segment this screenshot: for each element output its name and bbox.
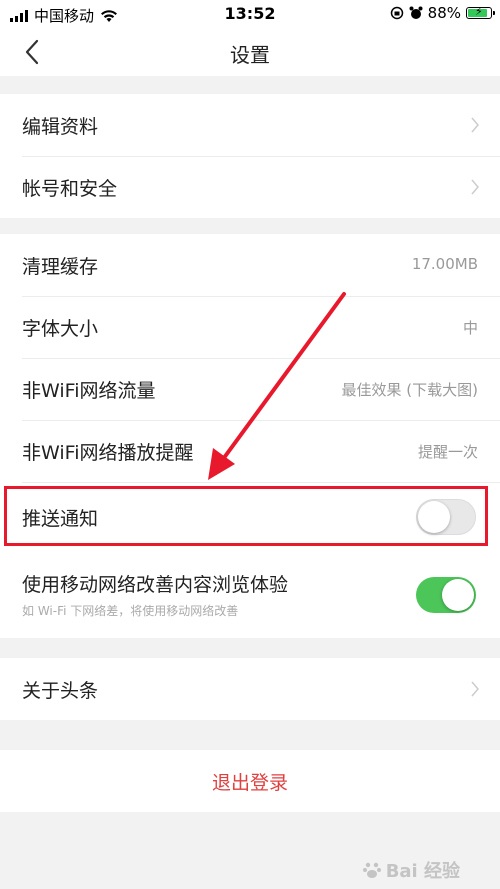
settings-item-clear-cache[interactable]: 清理缓存 17.00MB <box>0 234 500 296</box>
paw-icon <box>362 862 381 878</box>
settings-item-label: 帐号和安全 <box>22 178 118 200</box>
general-group: 清理缓存 17.00MB 字体大小 中 非WiFi网络流量 最佳效果 (下载大图… <box>0 234 500 638</box>
settings-item-edit-profile[interactable]: 编辑资料 <box>0 94 500 156</box>
non-wifi-traffic-value: 最佳效果 (下载大图) <box>341 381 478 399</box>
orientation-lock-icon <box>390 6 403 20</box>
settings-item-non-wifi-traffic[interactable]: 非WiFi网络流量 最佳效果 (下载大图) <box>0 358 500 420</box>
about-group: 关于头条 <box>0 658 500 720</box>
settings-item-font-size[interactable]: 字体大小 中 <box>0 296 500 358</box>
settings-item-about[interactable]: 关于头条 <box>0 658 500 720</box>
cache-size-value: 17.00MB <box>411 255 478 273</box>
mobile-network-improve-toggle[interactable] <box>416 577 476 613</box>
chevron-right-icon <box>471 117 479 133</box>
settings-item-sublabel: 如 Wi-Fi 下网络差，将使用移动网络改善 <box>22 604 239 618</box>
battery-percent: 88% <box>427 4 461 22</box>
watermark-text: Bai 经验 <box>385 861 460 882</box>
status-bar: 中国移动 13:52 88% ⚡ <box>0 0 500 28</box>
settings-item-label: 编辑资料 <box>22 116 99 138</box>
settings-item-label: 清理缓存 <box>22 256 99 278</box>
profile-group: 编辑资料 帐号和安全 <box>0 94 500 218</box>
alarm-icon <box>409 6 423 19</box>
settings-item-label: 非WiFi网络流量 <box>22 380 156 402</box>
settings-item-mobile-network-improve: 使用移动网络改善内容浏览体验 如 Wi-Fi 下网络差，将使用移动网络改善 <box>0 552 500 638</box>
font-size-value: 中 <box>462 319 478 337</box>
watermark: Bai 经验 <box>362 857 460 883</box>
settings-item-label: 非WiFi网络播放提醒 <box>22 442 194 464</box>
logout-label: 退出登录 <box>211 772 288 794</box>
play-reminder-value: 提醒一次 <box>417 443 478 461</box>
logout-button[interactable]: 退出登录 <box>0 750 500 812</box>
nav-bar: 设置 <box>0 28 500 76</box>
annotation-highlight-box <box>4 486 488 546</box>
chevron-right-icon <box>471 179 479 195</box>
page-title: 设置 <box>230 43 270 67</box>
status-right: 88% ⚡ <box>390 4 495 22</box>
settings-item-account-security[interactable]: 帐号和安全 <box>0 156 500 218</box>
settings-item-label: 关于头条 <box>22 680 99 702</box>
settings-item-label: 使用移动网络改善内容浏览体验 <box>22 574 289 596</box>
chevron-right-icon <box>471 681 479 697</box>
settings-item-label: 字体大小 <box>22 318 99 340</box>
battery-icon: ⚡ <box>466 5 495 19</box>
settings-item-non-wifi-play-reminder[interactable]: 非WiFi网络播放提醒 提醒一次 <box>0 420 500 482</box>
row-divider <box>22 482 500 483</box>
